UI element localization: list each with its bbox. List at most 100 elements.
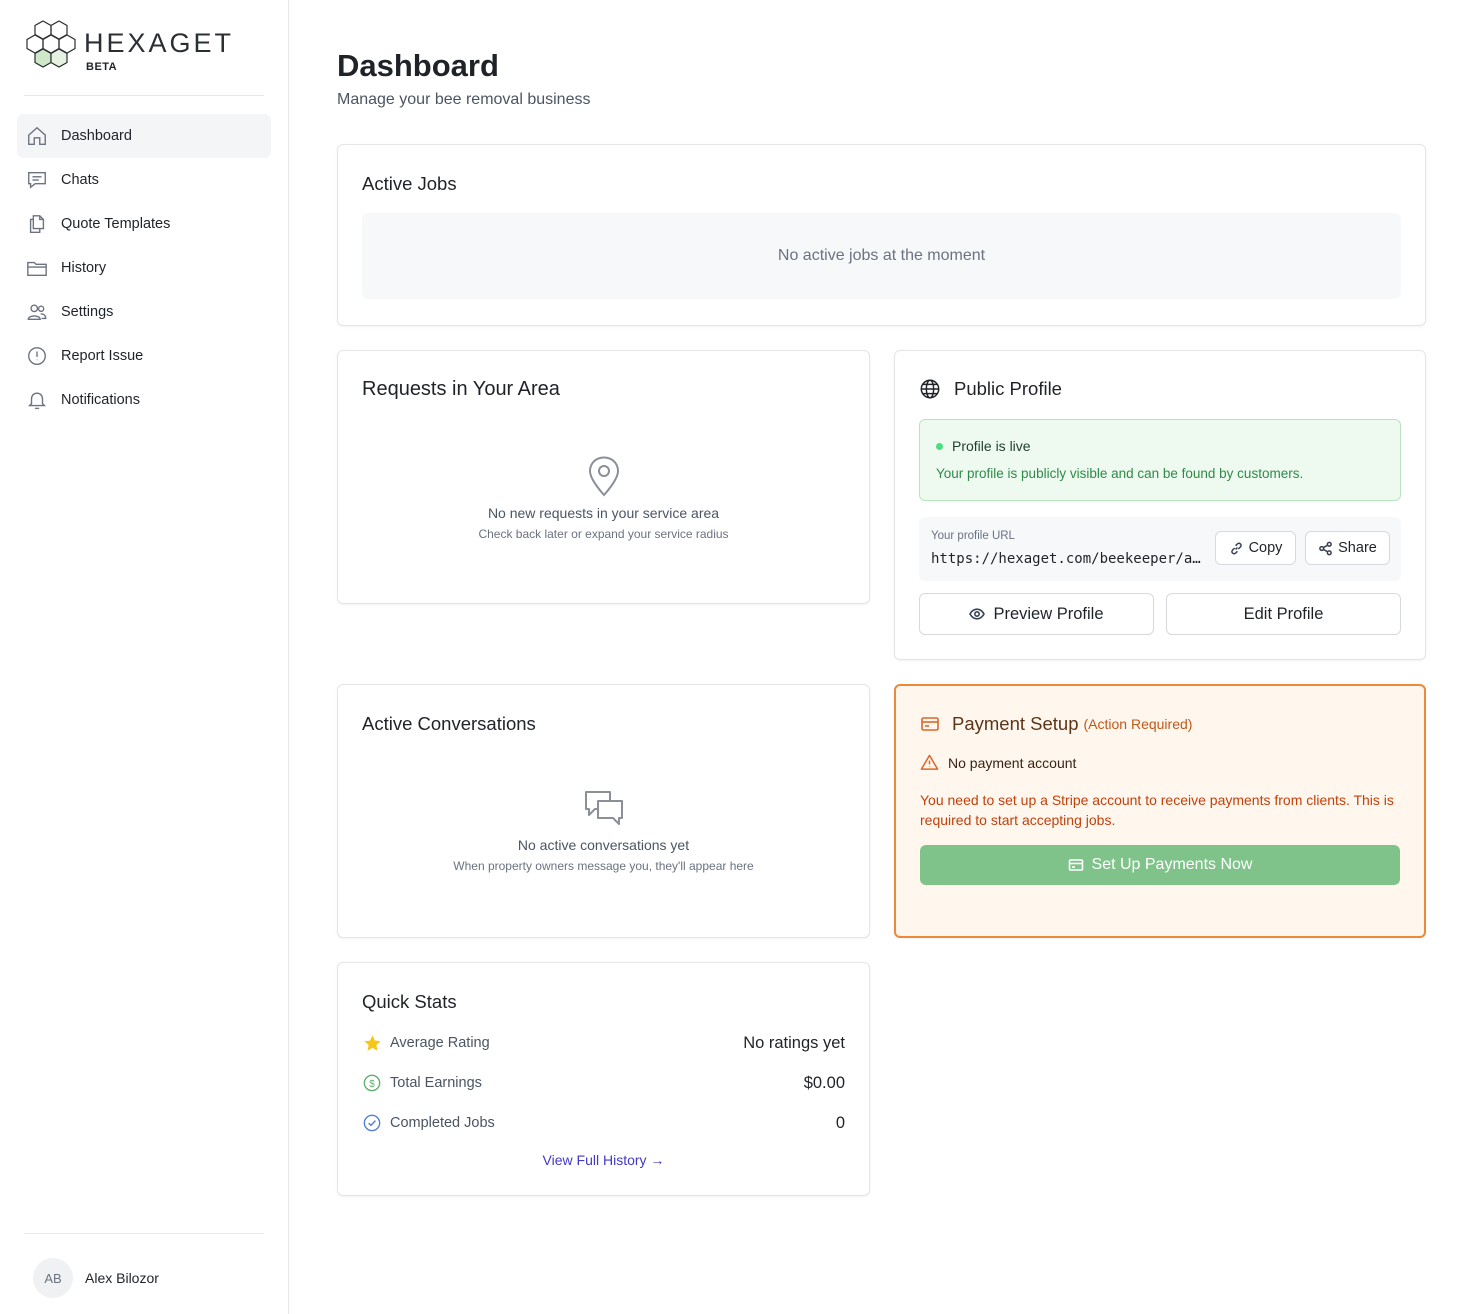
requests-empty-hint: Check back later or expand your service … <box>478 527 729 541</box>
quick-stats-title: Quick Stats <box>362 991 457 1012</box>
users-icon <box>25 300 49 324</box>
profile-url-box: Your profile URL https://hexaget.com/bee… <box>919 517 1401 581</box>
profile-live-label: Profile is live <box>952 438 1031 454</box>
documents-icon <box>25 212 49 236</box>
link-icon <box>1230 542 1242 554</box>
share-button[interactable]: Share <box>1305 531 1390 565</box>
public-profile-title: Public Profile <box>954 378 1062 399</box>
active-conversations-card: Active Conversations No active conversat… <box>337 684 870 938</box>
conversations-empty-state: No active conversations yet When propert… <box>338 789 869 873</box>
setup-payments-button[interactable]: Set Up Payments Now <box>920 845 1400 885</box>
payment-setup-card: Payment Setup (Action Required) No payme… <box>894 684 1426 938</box>
stat-label: Average Rating <box>390 1035 490 1051</box>
requests-empty-text: No new requests in your service area <box>487 505 720 521</box>
map-pin-icon <box>588 456 619 497</box>
public-profile-header: Public Profile <box>919 378 1062 400</box>
eye-icon <box>969 608 986 620</box>
active-jobs-card: Active Jobs No active jobs at the moment <box>337 144 1426 326</box>
check-circle-icon <box>362 1113 382 1133</box>
user-profile[interactable]: AB Alex Bilozor <box>33 1258 159 1298</box>
preview-profile-label: Preview Profile <box>993 604 1104 623</box>
sidebar-item-label: Notifications <box>61 392 140 408</box>
sidebar-divider <box>24 95 264 96</box>
globe-icon <box>920 379 940 399</box>
stat-value: $0.00 <box>803 1073 845 1092</box>
sidebar: HEXAGET BETA Dashboard Chats Quote Templ… <box>0 0 289 1314</box>
share-label: Share <box>1338 540 1377 556</box>
conversations-empty-text: No active conversations yet <box>517 837 690 853</box>
sidebar-item-label: Settings <box>61 304 114 320</box>
stat-value: 0 <box>835 1113 845 1132</box>
setup-payments-label: Set Up Payments Now <box>1091 856 1253 873</box>
conversation-icon <box>584 791 623 825</box>
stat-value: No ratings yet <box>743 1033 845 1052</box>
stat-row-completed-jobs: Completed Jobs 0 <box>362 1112 845 1134</box>
warning-triangle-icon <box>920 754 939 770</box>
sidebar-item-history[interactable]: History <box>17 246 271 290</box>
stat-row-total-earnings: $ Total Earnings $0.00 <box>362 1072 845 1094</box>
beta-badge: BETA <box>86 61 118 73</box>
conversations-empty-hint: When property owners message you, they'l… <box>453 859 754 873</box>
payment-title: Payment Setup <box>952 713 1079 734</box>
copy-label: Copy <box>1248 540 1283 556</box>
sidebar-item-chats[interactable]: Chats <box>17 158 271 202</box>
sidebar-item-label: Report Issue <box>61 348 144 364</box>
active-jobs-title: Active Jobs <box>362 173 457 194</box>
hexagon-logo-icon <box>26 20 76 68</box>
svg-text:$: $ <box>369 1079 375 1090</box>
sidebar-item-label: Quote Templates <box>61 216 171 232</box>
public-profile-card: Public Profile Profile is live Your prof… <box>894 350 1426 660</box>
sidebar-item-notifications[interactable]: Notifications <box>17 378 271 422</box>
live-status-dot <box>936 442 943 450</box>
share-icon <box>1319 541 1333 555</box>
avatar: AB <box>33 1258 73 1298</box>
sidebar-item-report-issue[interactable]: Report Issue <box>17 334 271 378</box>
requests-empty-state: No new requests in your service area Che… <box>338 455 869 541</box>
quick-stats-card: Quick Stats Average Rating No ratings ye… <box>337 962 870 1196</box>
brand-logo[interactable]: HEXAGET BETA <box>24 18 264 74</box>
alert-circle-icon <box>25 344 49 368</box>
payment-title-row: Payment Setup (Action Required) <box>920 713 1192 735</box>
chat-icon <box>25 168 49 192</box>
sidebar-item-quote-templates[interactable]: Quote Templates <box>17 202 271 246</box>
active-jobs-empty: No active jobs at the moment <box>362 213 1401 299</box>
sidebar-item-settings[interactable]: Settings <box>17 290 271 334</box>
edit-profile-button[interactable]: Edit Profile <box>1166 593 1401 635</box>
stat-label: Total Earnings <box>390 1075 482 1091</box>
star-icon <box>362 1033 382 1053</box>
credit-card-icon <box>921 717 939 731</box>
sidebar-item-label: History <box>61 260 107 276</box>
profile-live-title: Profile is live <box>936 438 1031 454</box>
stat-row-average-rating: Average Rating No ratings yet <box>362 1032 845 1054</box>
payment-warning: No payment account <box>920 753 1076 772</box>
sidebar-nav: Dashboard Chats Quote Templates History … <box>17 114 271 422</box>
sidebar-divider <box>24 1233 264 1234</box>
requests-title: Requests in Your Area <box>362 378 560 400</box>
view-full-history-link[interactable]: View Full History → <box>338 1152 869 1168</box>
bell-icon <box>25 388 49 412</box>
stat-label: Completed Jobs <box>390 1115 495 1131</box>
profile-url-label: Your profile URL <box>931 530 1015 542</box>
requests-card: Requests in Your Area No new requests in… <box>337 350 870 604</box>
preview-profile-button[interactable]: Preview Profile <box>919 593 1154 635</box>
home-icon <box>25 124 49 148</box>
folder-icon <box>25 256 49 280</box>
payment-description: You need to set up a Stripe account to r… <box>920 792 1394 828</box>
page-subtitle: Manage your bee removal business <box>337 91 591 108</box>
profile-live-banner: Profile is live Your profile is publicly… <box>919 419 1401 501</box>
payment-warning-text: No payment account <box>948 754 1077 771</box>
sidebar-item-label: Dashboard <box>61 128 132 144</box>
user-name: Alex Bilozor <box>85 1270 159 1286</box>
conversations-title: Active Conversations <box>362 713 536 734</box>
profile-live-text: Your profile is publicly visible and can… <box>936 466 1304 481</box>
sidebar-item-label: Chats <box>61 172 99 188</box>
action-required-label: (Action Required) <box>1083 716 1193 732</box>
copy-url-button[interactable]: Copy <box>1215 531 1296 565</box>
sidebar-item-dashboard[interactable]: Dashboard <box>17 114 271 158</box>
edit-profile-label: Edit Profile <box>1243 604 1324 623</box>
profile-url-value[interactable]: https://hexaget.com/beekeeper/alex-biloz… <box>931 551 1203 567</box>
credit-card-icon <box>1068 859 1083 871</box>
dollar-circle-icon: $ <box>362 1073 382 1093</box>
brand-name: HEXAGET <box>84 28 235 58</box>
page-title: Dashboard <box>337 48 499 83</box>
